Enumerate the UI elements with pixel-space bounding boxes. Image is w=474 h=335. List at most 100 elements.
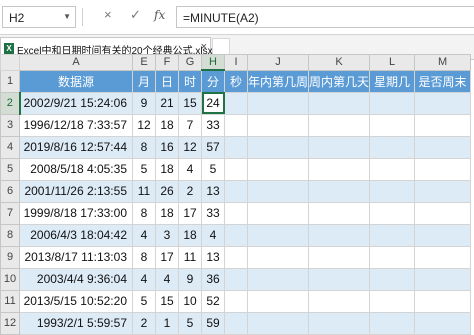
enter-icon[interactable]: ✓ bbox=[130, 7, 141, 23]
cell[interactable] bbox=[369, 289, 416, 313]
cancel-icon[interactable]: × bbox=[104, 7, 112, 22]
cell[interactable]: 8 bbox=[132, 135, 156, 159]
cell[interactable]: 59 bbox=[201, 311, 225, 335]
cell[interactable] bbox=[414, 223, 472, 247]
cell[interactable]: 13 bbox=[201, 179, 225, 203]
column-header-g[interactable]: G bbox=[178, 54, 202, 71]
header-cell[interactable]: 月 bbox=[132, 69, 156, 93]
cell[interactable] bbox=[246, 113, 310, 137]
header-cell[interactable]: 分 bbox=[201, 69, 225, 93]
cell[interactable]: 3 bbox=[155, 223, 179, 247]
column-header-l[interactable]: L bbox=[369, 54, 416, 71]
column-header-e[interactable]: E bbox=[132, 54, 156, 71]
cell[interactable] bbox=[369, 267, 416, 291]
cell[interactable]: 2013/8/17 11:13:03 bbox=[19, 245, 133, 269]
cell[interactable]: 18 bbox=[155, 113, 179, 137]
cell[interactable] bbox=[308, 179, 371, 203]
cell[interactable] bbox=[414, 289, 472, 313]
cell[interactable] bbox=[308, 91, 371, 115]
cell[interactable]: 10 bbox=[178, 289, 202, 313]
cell[interactable] bbox=[224, 113, 248, 137]
cell[interactable]: 5 bbox=[178, 311, 202, 335]
header-cell[interactable]: 星期几 bbox=[369, 69, 416, 93]
name-box[interactable]: H2 ▼ bbox=[2, 6, 76, 28]
cell[interactable]: 12 bbox=[132, 113, 156, 137]
row-header[interactable]: 3 bbox=[0, 113, 20, 137]
cell[interactable]: 33 bbox=[201, 113, 225, 137]
cell[interactable]: 2008/5/18 4:05:35 bbox=[19, 157, 133, 181]
cell[interactable]: 18 bbox=[155, 157, 179, 181]
cell[interactable]: 13 bbox=[201, 245, 225, 269]
cell[interactable]: 16 bbox=[155, 135, 179, 159]
active-cell[interactable]: 24 bbox=[201, 91, 225, 115]
cell[interactable] bbox=[308, 113, 371, 137]
cell[interactable]: 4 bbox=[132, 267, 156, 291]
header-cell[interactable]: 秒 bbox=[224, 69, 248, 93]
cell[interactable] bbox=[369, 179, 416, 203]
cell[interactable]: 4 bbox=[178, 157, 202, 181]
cell[interactable] bbox=[224, 157, 248, 181]
cell[interactable] bbox=[369, 135, 416, 159]
cell[interactable] bbox=[369, 113, 416, 137]
cell[interactable] bbox=[414, 245, 472, 269]
row-header[interactable]: 11 bbox=[0, 289, 20, 313]
chevron-down-icon[interactable]: ▼ bbox=[63, 12, 71, 21]
cell[interactable]: 26 bbox=[155, 179, 179, 203]
cell[interactable] bbox=[414, 113, 472, 137]
row-header[interactable]: 8 bbox=[0, 223, 20, 247]
formula-input[interactable]: =MINUTE(A2) bbox=[176, 6, 474, 28]
cell[interactable]: 15 bbox=[155, 289, 179, 313]
insert-function-icon[interactable]: fx bbox=[154, 8, 165, 22]
cell[interactable]: 2002/9/21 15:24:06 bbox=[19, 91, 133, 115]
cell[interactable]: 11 bbox=[132, 179, 156, 203]
cell[interactable]: 11 bbox=[178, 245, 202, 269]
cell[interactable]: 2 bbox=[132, 311, 156, 335]
cell[interactable]: 7 bbox=[178, 113, 202, 137]
row-header[interactable]: 10 bbox=[0, 267, 20, 291]
cell[interactable] bbox=[369, 157, 416, 181]
column-header-i[interactable]: I bbox=[224, 54, 248, 71]
cell[interactable] bbox=[224, 289, 248, 313]
cell[interactable]: 17 bbox=[178, 201, 202, 225]
cell[interactable] bbox=[246, 311, 310, 335]
cell[interactable] bbox=[224, 267, 248, 291]
cell[interactable] bbox=[308, 223, 371, 247]
select-all-corner[interactable] bbox=[0, 54, 20, 71]
row-header[interactable]: 1 bbox=[0, 69, 20, 93]
cell[interactable] bbox=[414, 135, 472, 159]
cell[interactable] bbox=[308, 311, 371, 335]
cell[interactable] bbox=[308, 157, 371, 181]
row-header[interactable]: 9 bbox=[0, 245, 20, 269]
cell[interactable]: 18 bbox=[155, 201, 179, 225]
cell[interactable]: 57 bbox=[201, 135, 225, 159]
cell[interactable] bbox=[246, 289, 310, 313]
cell[interactable] bbox=[224, 311, 248, 335]
cell[interactable] bbox=[246, 245, 310, 269]
cell[interactable] bbox=[369, 223, 416, 247]
cell[interactable]: 5 bbox=[201, 157, 225, 181]
cell[interactable]: 4 bbox=[132, 223, 156, 247]
cell[interactable] bbox=[224, 201, 248, 225]
cell[interactable]: 1993/2/1 5:59:57 bbox=[19, 311, 133, 335]
cell[interactable] bbox=[246, 179, 310, 203]
close-icon[interactable]: × bbox=[201, 41, 207, 53]
cell[interactable]: 9 bbox=[178, 267, 202, 291]
row-header[interactable]: 5 bbox=[0, 157, 20, 181]
cell[interactable]: 4 bbox=[201, 223, 225, 247]
header-cell[interactable]: 时 bbox=[178, 69, 202, 93]
cell[interactable]: 5 bbox=[132, 157, 156, 181]
column-header-m[interactable]: M bbox=[414, 54, 472, 71]
cell[interactable]: 2001/11/26 2:13:55 bbox=[19, 179, 133, 203]
header-cell[interactable]: 是否周末 bbox=[414, 69, 472, 93]
cell[interactable] bbox=[369, 91, 416, 115]
column-header-k[interactable]: K bbox=[308, 54, 371, 71]
cell[interactable] bbox=[308, 245, 371, 269]
header-cell[interactable]: 年内第几周 bbox=[246, 69, 310, 93]
cell[interactable]: 2006/4/3 18:04:42 bbox=[19, 223, 133, 247]
header-cell[interactable]: 数据源 bbox=[19, 69, 133, 93]
cell[interactable] bbox=[246, 135, 310, 159]
cell[interactable] bbox=[414, 91, 472, 115]
cell[interactable] bbox=[224, 91, 248, 115]
cell[interactable]: 2 bbox=[178, 179, 202, 203]
header-cell[interactable]: 周内第几天 bbox=[308, 69, 371, 93]
